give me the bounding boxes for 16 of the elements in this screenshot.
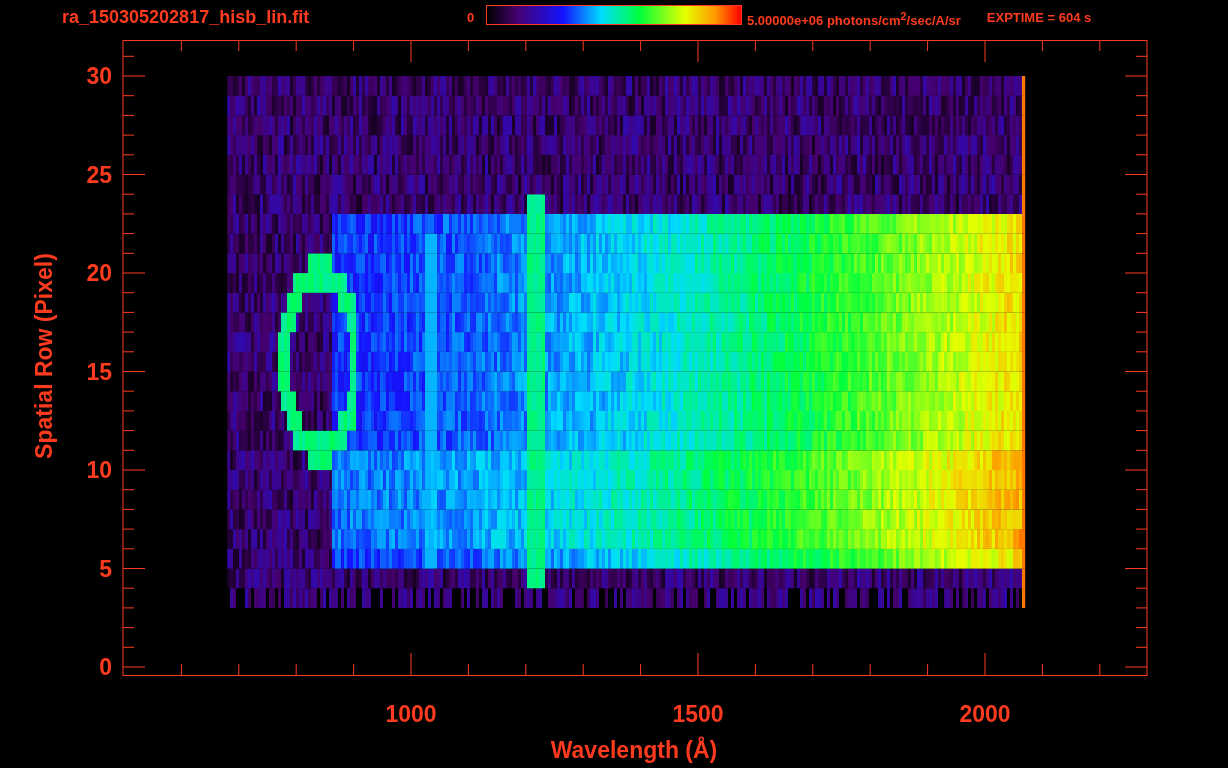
file-title: ra_150305202817_hisb_lin.fit <box>62 7 311 28</box>
x-tick-label: 2000 <box>959 701 1011 727</box>
y-tick-label: 0 <box>99 654 112 680</box>
y-tick-label: 10 <box>86 457 112 483</box>
x-tick-label: 1000 <box>385 701 437 727</box>
x-tick-label: 1500 <box>672 701 724 727</box>
y-tick-label: 20 <box>86 260 112 286</box>
y-tick-label: 25 <box>86 161 112 188</box>
exposure-label: EXPTIME = 604 s <box>986 10 1092 25</box>
x-axis-label: Wavelength (Å) <box>550 737 718 763</box>
y-tick-label: 30 <box>86 63 112 89</box>
colorbar-min-label: 0 <box>467 10 476 25</box>
colorbar-max-label: 5.00000e+06 photons/cm$^{2}$/sec/A/sr <box>747 10 961 29</box>
y-tick-label: 15 <box>86 358 112 385</box>
y-axis-label: Spatial Row (Pixel) <box>31 253 57 459</box>
y-tick-label: 5 <box>99 555 112 582</box>
